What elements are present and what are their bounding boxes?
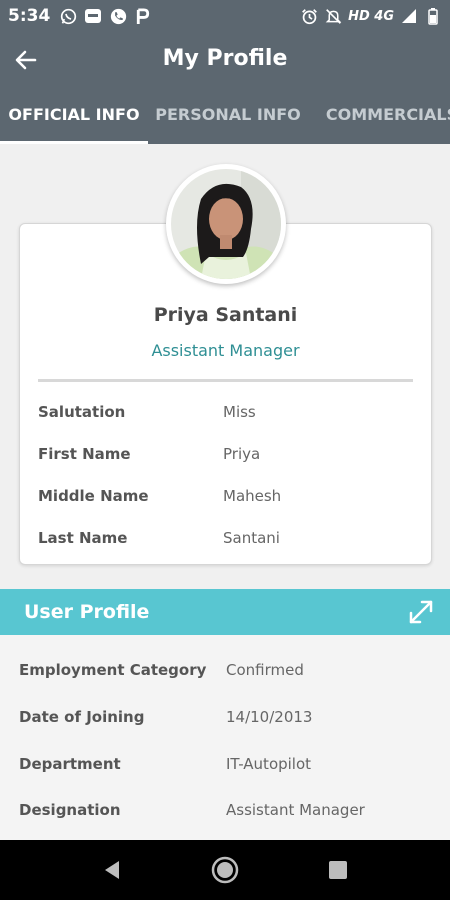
section-title: User Profile	[24, 601, 150, 623]
avatar	[166, 164, 286, 284]
info-row-department: Department IT-Autopilot	[19, 755, 440, 777]
profile-photo	[171, 169, 281, 279]
system-nav-bar	[0, 840, 450, 900]
field-row-middle-name: Middle Name Mahesh	[38, 487, 413, 509]
paytm-p-icon	[134, 7, 152, 25]
phone-icon	[109, 7, 127, 25]
user-profile-header[interactable]: User Profile	[0, 589, 450, 635]
tab-personal-info[interactable]: PERSONAL INFO	[148, 88, 308, 144]
field-row-first-name: First Name Priya	[38, 445, 413, 467]
field-label: Designation	[19, 801, 121, 819]
profile-name: Priya Santani	[153, 304, 298, 326]
triangle-back-icon	[105, 861, 119, 879]
field-value: 14/10/2013	[226, 708, 313, 726]
network-type: HD 4G	[348, 8, 394, 24]
profile-role: Assistant Manager	[151, 341, 300, 360]
nav-home-button[interactable]	[209, 854, 241, 886]
field-label: First Name	[38, 445, 131, 463]
tab-official-info[interactable]: OFFICIAL INFO	[0, 88, 148, 144]
signal-icon	[400, 7, 418, 25]
field-label: Employment Category	[19, 661, 207, 679]
info-row-employment-category: Employment Category Confirmed	[19, 661, 440, 683]
field-label: Last Name	[38, 529, 128, 547]
nav-back-button[interactable]	[96, 854, 128, 886]
field-label: Department	[19, 755, 121, 773]
field-value: Priya	[223, 445, 261, 463]
tab-bar: OFFICIAL INFO PERSONAL INFO COMMERCIALS	[0, 88, 450, 144]
divider	[38, 379, 413, 382]
app-bar: My Profile	[0, 32, 450, 88]
field-label: Middle Name	[38, 487, 149, 505]
field-value: Confirmed	[226, 661, 304, 679]
status-time: 5:34	[8, 6, 51, 26]
expand-icon	[409, 600, 433, 624]
field-value: Miss	[223, 403, 256, 421]
circle-home-icon	[211, 856, 239, 884]
user-profile-list: Employment Category Confirmed Date of Jo…	[0, 635, 450, 840]
mute-icon	[324, 7, 342, 25]
battery-icon	[424, 7, 442, 25]
expand-button[interactable]	[404, 595, 438, 629]
info-row-date-of-joining: Date of Joining 14/10/2013	[19, 708, 440, 730]
field-label: Salutation	[38, 403, 126, 421]
field-value: Mahesh	[223, 487, 282, 505]
field-label: Date of Joining	[19, 708, 145, 726]
notification-app-icon	[84, 7, 102, 25]
field-row-salutation: Salutation Miss	[38, 403, 413, 425]
info-row-designation: Designation Assistant Manager	[19, 801, 440, 823]
square-recents-icon	[329, 861, 347, 879]
page-title: My Profile	[162, 46, 288, 71]
nav-recents-button[interactable]	[322, 854, 354, 886]
field-value: IT-Autopilot	[226, 755, 312, 773]
status-bar: 5:34 HD 4G	[0, 0, 450, 32]
alarm-icon	[300, 7, 318, 25]
whatsapp-icon	[59, 7, 77, 25]
main-content[interactable]: Priya Santani Assistant Manager Salutati…	[0, 144, 450, 840]
field-value: Santani	[223, 529, 280, 547]
tab-commercials[interactable]: COMMERCIALS	[308, 88, 450, 144]
field-row-last-name: Last Name Santani	[38, 529, 413, 551]
field-value: Assistant Manager	[226, 801, 365, 819]
